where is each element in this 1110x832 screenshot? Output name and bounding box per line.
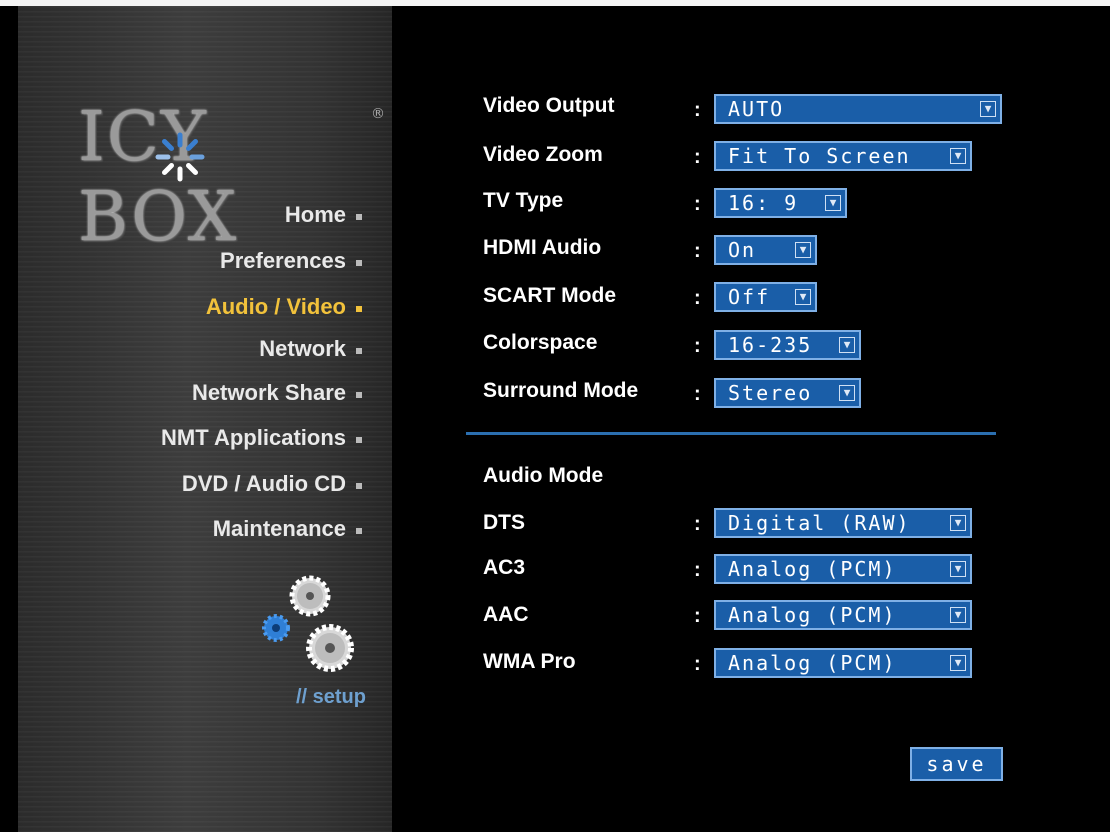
tv-type-label: TV Type — [483, 189, 564, 212]
select-value: On — [728, 238, 757, 262]
sidebar-item-network-share[interactable]: Network Share — [192, 375, 362, 411]
colon: : — [694, 287, 701, 309]
setup-label: // setup — [295, 686, 366, 708]
gears-icon — [262, 575, 354, 672]
sidebar-item-maintenance[interactable]: Maintenance — [213, 511, 362, 547]
select-value: Stereo — [728, 381, 813, 405]
dts-select[interactable]: Digital (RAW) ▼ — [714, 508, 972, 538]
tv-type-select[interactable]: 16: 9 ▼ — [714, 188, 847, 218]
chevron-down-icon: ▼ — [825, 195, 841, 211]
section-divider — [466, 432, 996, 435]
sidebar-item-label: Network Share — [191, 380, 346, 405]
colon: : — [694, 653, 701, 675]
chevron-down-icon: ▼ — [795, 242, 811, 258]
wma-pro-label: WMA Pro — [483, 650, 576, 673]
colon: : — [694, 240, 701, 262]
sidebar-item-label: Preferences — [220, 248, 346, 273]
dts-label: DTS — [483, 511, 525, 534]
select-value: 16-235 — [728, 333, 813, 357]
colon: : — [694, 146, 701, 168]
audio-mode-title: Audio Mode — [483, 464, 604, 487]
sidebar-item-label: DVD / Audio CD — [181, 471, 346, 496]
sidebar-item-network[interactable]: Network — [259, 331, 362, 367]
sidebar-item-label: Home — [284, 202, 346, 227]
logo-text: ICY BOX — [78, 98, 239, 257]
surround-mode-label: Surround Mode — [483, 379, 639, 402]
colon: : — [694, 99, 701, 121]
surround-mode-select[interactable]: Stereo ▼ — [714, 378, 861, 408]
scart-mode-select[interactable]: Off ▼ — [714, 282, 817, 312]
bullet-icon — [356, 214, 362, 220]
bullet-icon — [356, 528, 362, 534]
icybox-logo: ICY BOX ® — [78, 98, 385, 257]
sidebar-item-label: Network — [259, 336, 346, 361]
video-output-label: Video Output — [483, 94, 615, 117]
colorspace-select[interactable]: 16-235 ▼ — [714, 330, 861, 360]
select-value: Fit To Screen — [728, 144, 911, 168]
colon: : — [694, 193, 701, 215]
hdmi-audio-select[interactable]: On ▼ — [714, 235, 817, 265]
select-value: Analog (PCM) — [728, 603, 897, 627]
colon: : — [694, 335, 701, 357]
sidebar-item-label: Audio / Video — [205, 294, 346, 319]
bullet-icon — [356, 348, 362, 354]
chevron-down-icon: ▼ — [950, 515, 966, 531]
sidebar-item-audio-video[interactable]: Audio / Video — [206, 289, 362, 325]
sidebar-item-dvd-audio-cd[interactable]: DVD / Audio CD — [182, 466, 362, 502]
wma-pro-select[interactable]: Analog (PCM) ▼ — [714, 648, 972, 678]
sidebar-item-nmt-applications[interactable]: NMT Applications — [161, 420, 362, 456]
bullet-icon — [356, 483, 362, 489]
chevron-down-icon: ▼ — [950, 561, 966, 577]
ac3-select[interactable]: Analog (PCM) ▼ — [714, 554, 972, 584]
colon: : — [694, 383, 701, 405]
sidebar-item-label: Maintenance — [212, 516, 346, 541]
chevron-down-icon: ▼ — [950, 148, 966, 164]
hdmi-audio-label: HDMI Audio — [483, 236, 602, 259]
colon: : — [694, 513, 701, 535]
chevron-down-icon: ▼ — [980, 101, 996, 117]
registered-mark: ® — [371, 106, 385, 122]
select-value: Analog (PCM) — [728, 651, 897, 675]
select-value: 16: 9 — [728, 191, 799, 215]
sidebar-item-preferences[interactable]: Preferences — [220, 243, 362, 279]
aac-label: AAC — [483, 603, 529, 626]
bullet-icon — [356, 437, 362, 443]
sidebar-item-home[interactable]: Home — [285, 197, 362, 233]
chevron-down-icon: ▼ — [839, 337, 855, 353]
chevron-down-icon: ▼ — [950, 655, 966, 671]
sidebar: ICY BOX ® Home Preferences Audio / Video — [18, 6, 392, 832]
spinner-icon — [155, 132, 205, 182]
select-value: Analog (PCM) — [728, 557, 897, 581]
video-zoom-select[interactable]: Fit To Screen ▼ — [714, 141, 972, 171]
sidebar-item-label: NMT Applications — [161, 425, 346, 450]
bullet-icon — [356, 392, 362, 398]
select-value: Off — [728, 285, 771, 309]
bullet-icon — [356, 306, 362, 312]
colon: : — [694, 559, 701, 581]
chevron-down-icon: ▼ — [950, 607, 966, 623]
select-value: AUTO — [728, 97, 785, 121]
aac-select[interactable]: Analog (PCM) ▼ — [714, 600, 972, 630]
select-value: Digital (RAW) — [728, 511, 911, 535]
ac3-label: AC3 — [483, 556, 526, 579]
video-output-select[interactable]: AUTO ▼ — [714, 94, 1002, 124]
video-zoom-label: Video Zoom — [483, 143, 603, 166]
chevron-down-icon: ▼ — [839, 385, 855, 401]
chevron-down-icon: ▼ — [795, 289, 811, 305]
bullet-icon — [356, 260, 362, 266]
colorspace-label: Colorspace — [483, 331, 598, 354]
save-button[interactable]: save — [910, 747, 1003, 781]
scart-mode-label: SCART Mode — [483, 284, 616, 307]
colon: : — [694, 605, 701, 627]
